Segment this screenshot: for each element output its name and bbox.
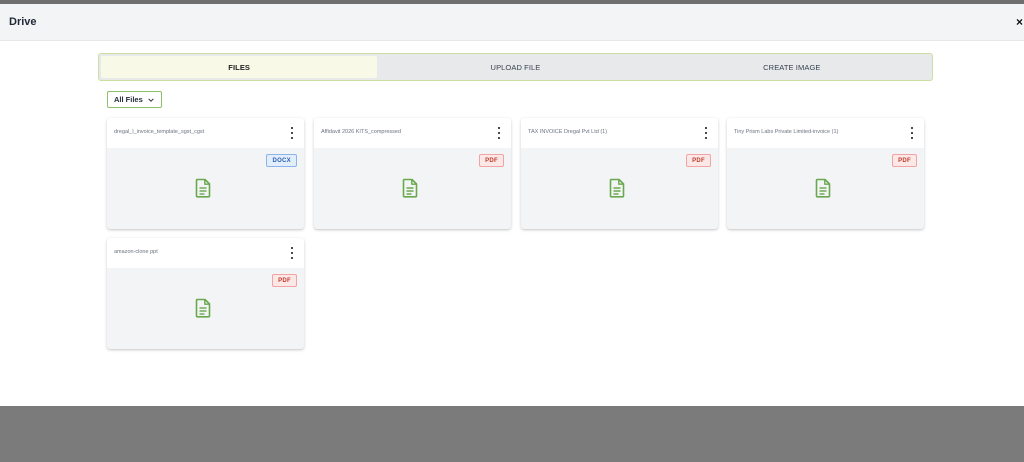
modal-title: Drive — [9, 16, 37, 28]
document-icon — [195, 298, 211, 318]
file-type-badge: PDF — [892, 154, 917, 167]
more-options-icon[interactable] — [289, 247, 295, 259]
close-button[interactable]: × — [1016, 15, 1024, 29]
filter-label: All Files — [114, 95, 143, 104]
modal-header: Drive × — [0, 4, 1024, 41]
file-name: TAX INVOICE Dregal Pvt Ltd (1) — [528, 129, 608, 135]
more-options-icon[interactable] — [909, 127, 915, 139]
file-type-badge: PDF — [686, 154, 711, 167]
file-card-header: Tiny Prism Labs Private Limited-invoice … — [727, 118, 924, 148]
backdrop-bottom — [0, 406, 1024, 462]
document-icon — [609, 178, 625, 198]
file-card[interactable]: dregal_l_invoice_template_sgst_cgst DOCX — [107, 118, 304, 229]
file-card-header: Affidavit 2026 KITS_compressed — [314, 118, 511, 148]
document-icon — [195, 178, 211, 198]
file-card[interactable]: Tiny Prism Labs Private Limited-invoice … — [727, 118, 924, 229]
document-icon — [815, 178, 831, 198]
document-icon — [402, 178, 418, 198]
file-card[interactable]: amazon-clone ppt PDF — [107, 238, 304, 349]
file-name: Tiny Prism Labs Private Limited-invoice … — [734, 129, 839, 135]
file-card[interactable]: Affidavit 2026 KITS_compressed PDF — [314, 118, 511, 229]
file-card[interactable]: TAX INVOICE Dregal Pvt Ltd (1) PDF — [521, 118, 718, 229]
file-name: amazon-clone ppt — [114, 249, 158, 255]
file-card-header: TAX INVOICE Dregal Pvt Ltd (1) — [521, 118, 718, 148]
file-type-badge: DOCX — [266, 154, 297, 167]
more-options-icon[interactable] — [703, 127, 709, 139]
file-card-header: amazon-clone ppt — [107, 238, 304, 268]
more-options-icon[interactable] — [496, 127, 502, 139]
file-card-header: dregal_l_invoice_template_sgst_cgst — [107, 118, 304, 148]
tab-bar: FILES UPLOAD FILE CREATE IMAGE — [98, 53, 933, 81]
file-type-badge: PDF — [479, 154, 504, 167]
more-options-icon[interactable] — [289, 127, 295, 139]
tab-upload-file[interactable]: UPLOAD FILE — [377, 56, 653, 78]
file-name: dregal_l_invoice_template_sgst_cgst — [114, 129, 205, 135]
tab-files[interactable]: FILES — [101, 56, 378, 78]
file-type-badge: PDF — [272, 274, 297, 287]
tab-create-image[interactable]: CREATE IMAGE — [654, 56, 930, 78]
chevron-down-icon — [148, 97, 154, 102]
file-name: Affidavit 2026 KITS_compressed — [321, 129, 401, 135]
file-filter-dropdown[interactable]: All Files — [107, 91, 162, 108]
